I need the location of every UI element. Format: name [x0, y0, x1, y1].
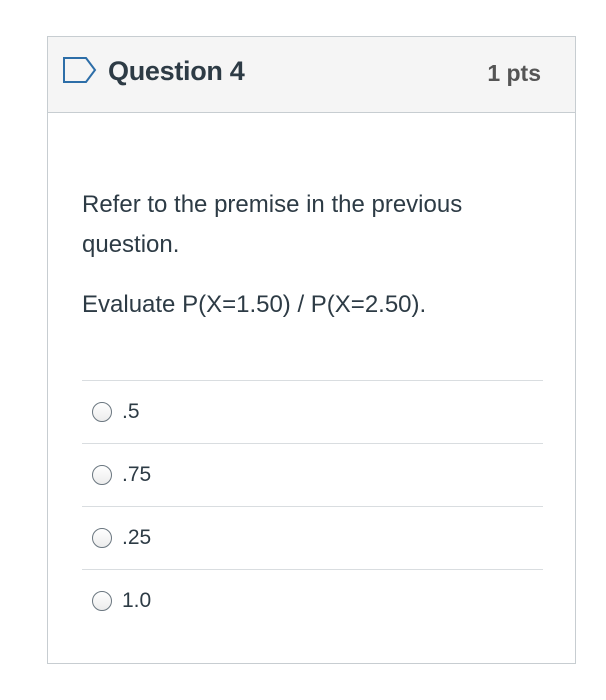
premise-text: Refer to the premise in the previous que…: [82, 191, 463, 258]
answer-option-2[interactable]: .75: [82, 443, 543, 506]
question-prompt: Evaluate P(X=1.50) / P(X=2.50).: [82, 291, 427, 318]
answer-option-3[interactable]: .25: [82, 506, 543, 569]
flag-question-icon[interactable]: [62, 56, 98, 84]
answer-list: .5 .75 .25 1.0: [82, 380, 543, 632]
question-points: 1 pts: [487, 60, 541, 86]
question-title: Question 4: [108, 56, 245, 86]
question-body: Refer to the premise in the previous que…: [82, 185, 542, 325]
radio-button[interactable]: [92, 528, 112, 548]
radio-button[interactable]: [92, 402, 112, 422]
radio-button[interactable]: [92, 591, 112, 611]
answer-label: .5: [122, 400, 140, 423]
answer-label: 1.0: [122, 589, 152, 612]
answer-label: .25: [122, 526, 152, 549]
question-card: Question 4 1 pts Refer to the premise in…: [47, 36, 576, 664]
question-header: Question 4 1 pts: [48, 37, 575, 113]
answer-option-1[interactable]: .5: [82, 380, 543, 443]
answer-option-4[interactable]: 1.0: [82, 569, 543, 632]
radio-button[interactable]: [92, 465, 112, 485]
answer-label: .75: [122, 463, 152, 486]
